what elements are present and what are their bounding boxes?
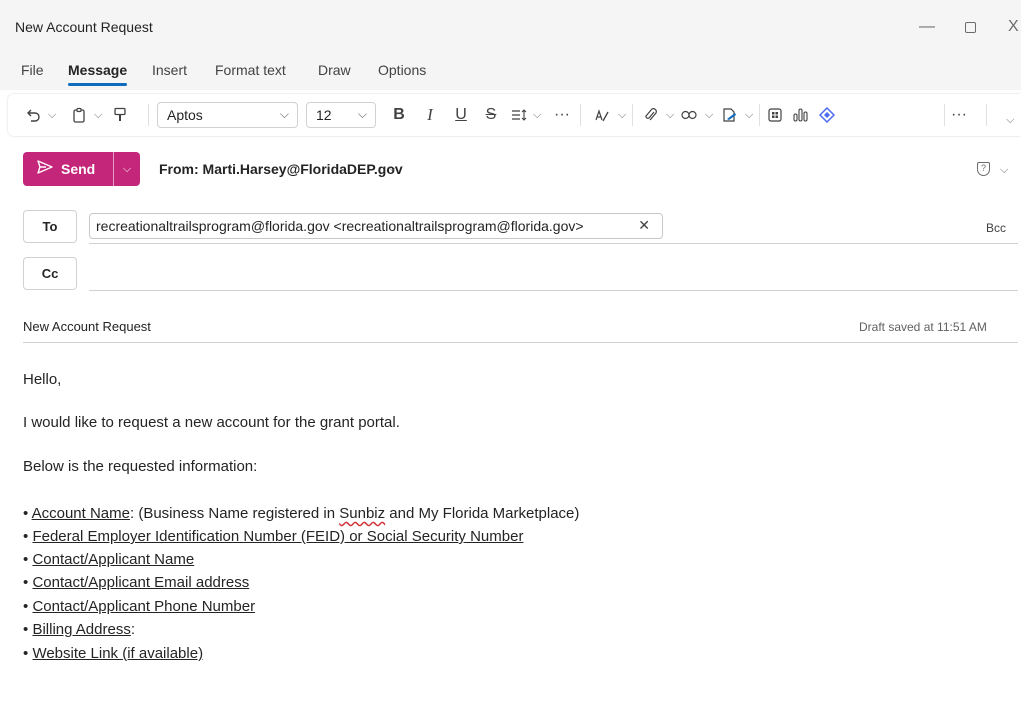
list-item-label: Federal Employer Identification Number (… [32, 528, 524, 545]
tab-message[interactable]: Message [68, 62, 128, 86]
to-button[interactable]: To [23, 210, 77, 243]
ribbon-divider [148, 104, 149, 126]
window-title: New Account Request [15, 19, 153, 35]
ribbon-divider [632, 104, 633, 126]
tab-options[interactable]: Options [378, 62, 426, 78]
link-dropdown-icon[interactable]: ⌵ [705, 103, 713, 127]
cc-input[interactable] [89, 290, 1018, 291]
paste-dropdown-icon[interactable]: ⌵ [94, 103, 102, 127]
underline-button[interactable]: U [450, 103, 472, 127]
maximize-icon [964, 21, 976, 33]
recipient-chip[interactable]: recreationaltrailsprogram@florida.gov <r… [89, 213, 663, 239]
font-name-select[interactable]: Aptos ⌵ [157, 102, 298, 128]
chevron-down-icon: ⌵ [357, 107, 367, 121]
list-item[interactable]: • Account Name: (Business Name registere… [23, 505, 579, 522]
remove-recipient-icon[interactable]: ✕ [638, 217, 650, 234]
list-item-label: Website Link (if available) [32, 645, 204, 662]
italic-button[interactable]: I [419, 103, 441, 127]
attach-file-icon[interactable] [640, 103, 662, 127]
body-paragraph-2[interactable]: Below is the requested information: [23, 458, 257, 475]
from-chevron-down-icon[interactable]: ⌵ [388, 162, 396, 175]
send-icon [37, 160, 53, 178]
tab-draw[interactable]: Draw [318, 62, 351, 78]
list-item[interactable]: • Contact/Applicant Name [23, 551, 194, 568]
to-field-underline [89, 243, 1018, 244]
bullet: • [23, 528, 29, 545]
tab-format-text[interactable]: Format text [215, 62, 286, 78]
sign-dropdown-icon[interactable]: ⌵ [745, 103, 753, 127]
bullet: • [23, 505, 29, 522]
list-item-label: Contact/Applicant Email address [32, 574, 250, 591]
from-field[interactable]: From: Marti.Harsey@FloridaDEP.gov [159, 161, 403, 177]
cc-button[interactable]: Cc [23, 257, 77, 290]
draft-status: Draft saved at 11:51 AM [859, 320, 987, 334]
bullet: • [23, 645, 29, 662]
minimize-button[interactable]: — [912, 14, 942, 40]
ribbon-toolbar: ⌵ ⌵ Aptos ⌵ 12 ⌵ B I U S ⌵ ··· ⌵ ⌵ ⌵ ⌵ ·… [8, 94, 1021, 136]
body-paragraph-1[interactable]: I would like to request a new account fo… [23, 414, 400, 431]
undo-icon[interactable] [22, 103, 44, 127]
bullet: • [23, 598, 29, 615]
bullet: • [23, 551, 29, 568]
link-icon[interactable] [678, 103, 700, 127]
close-button[interactable]: X [1008, 14, 1021, 40]
attach-dropdown-icon[interactable]: ⌵ [666, 103, 674, 127]
title-bar: New Account Request — X [0, 0, 1021, 54]
bcc-button[interactable]: Bcc [986, 221, 1006, 235]
overflow-menu-button[interactable]: ··· [948, 103, 970, 127]
recipient-address: recreationaltrailsprogram@florida.gov <r… [96, 218, 584, 234]
list-item[interactable]: • Website Link (if available) [23, 645, 203, 662]
list-item-text: : [130, 621, 135, 638]
body-greeting[interactable]: Hello, [23, 371, 61, 388]
paste-icon[interactable] [68, 103, 90, 127]
strikethrough-button[interactable]: S [480, 103, 502, 127]
list-item[interactable]: • Billing Address: [23, 621, 135, 638]
list-item-label: Billing Address [32, 621, 131, 638]
list-item-text: and My Florida Marketplace) [385, 505, 580, 522]
loop-component-icon[interactable] [816, 103, 838, 127]
apps-icon[interactable] [764, 103, 786, 127]
subject-underline [23, 342, 1018, 343]
sign-document-icon[interactable] [718, 103, 740, 127]
font-name-value: Aptos [167, 107, 203, 123]
ribbon-divider [986, 104, 987, 126]
insights-chart-icon[interactable] [790, 103, 812, 127]
chevron-down-icon: ⌵ [279, 107, 289, 121]
list-item-text: : (Business Name registered in [130, 505, 340, 522]
ribbon-divider [580, 104, 581, 126]
collapse-ribbon-icon[interactable]: ⌵ [1006, 108, 1014, 132]
font-size-value: 12 [316, 107, 332, 123]
line-spacing-icon[interactable] [508, 103, 530, 127]
editor-icon[interactable] [591, 103, 613, 127]
list-item-label: Contact/Applicant Phone Number [32, 598, 256, 615]
bold-button[interactable]: B [388, 103, 410, 127]
send-main-button[interactable]: Send [23, 152, 113, 186]
send-label: Send [61, 161, 96, 177]
tab-insert[interactable]: Insert [152, 62, 187, 78]
list-item[interactable]: • Federal Employer Identification Number… [23, 528, 523, 545]
editor-dropdown-icon[interactable]: ⌵ [618, 103, 626, 127]
sensitivity-shield-icon[interactable]: ? [977, 162, 990, 176]
list-item[interactable]: • Contact/Applicant Email address [23, 574, 249, 591]
list-item[interactable]: • Contact/Applicant Phone Number [23, 598, 255, 615]
list-item-label: Account Name [31, 505, 130, 522]
maximize-button[interactable] [955, 14, 985, 40]
send-options-chevron-icon[interactable]: ⌵ [114, 163, 140, 176]
menu-bar: File Message Insert Format text Draw Opt… [0, 54, 1021, 90]
ribbon-divider [944, 104, 945, 126]
undo-dropdown-icon[interactable]: ⌵ [48, 103, 56, 127]
subject-input[interactable]: New Account Request [23, 319, 151, 334]
bullet: • [23, 574, 29, 591]
line-spacing-dropdown-icon[interactable]: ⌵ [533, 103, 541, 127]
ribbon-divider [759, 104, 760, 126]
font-size-select[interactable]: 12 ⌵ [306, 102, 376, 128]
format-painter-icon[interactable] [109, 103, 131, 127]
tab-file[interactable]: File [21, 62, 44, 78]
sensitivity-chevron-icon[interactable]: ⌵ [1000, 164, 1008, 177]
more-formatting-button[interactable]: ··· [551, 103, 573, 127]
misspelled-word[interactable]: Sunbiz [339, 505, 385, 522]
list-item-label: Contact/Applicant Name [32, 551, 195, 568]
send-button[interactable]: Send ⌵ [23, 152, 140, 186]
bullet: • [23, 621, 29, 638]
